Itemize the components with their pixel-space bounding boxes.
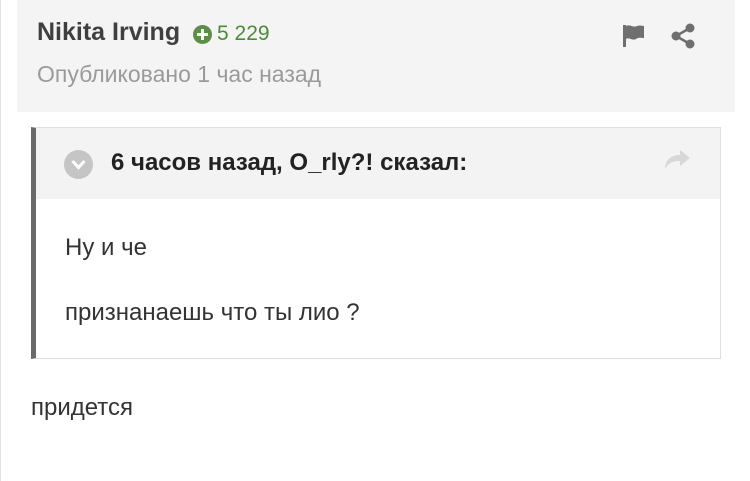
post-date: Опубликовано 1 час назад	[37, 61, 322, 87]
flag-icon[interactable]	[619, 22, 647, 50]
author-name-link[interactable]: Nikita Irving	[37, 18, 180, 47]
share-icon[interactable]	[669, 22, 697, 50]
post: Nikita Irving 5 229 Опубликовано 1 час н…	[0, 0, 750, 481]
quote-citation: 6 часов назад, O_rly?! сказал:	[111, 149, 468, 176]
jump-to-quote-icon[interactable]	[662, 147, 692, 173]
quote-line: признанаешь что ты лио ?	[65, 299, 360, 326]
quote-line: Ну и че	[65, 234, 147, 261]
reputation-badge[interactable]: 5 229	[193, 21, 270, 47]
quote-content: Ну и че признанаешь что ты лио ?	[65, 225, 689, 328]
reputation-count: 5 229	[217, 22, 270, 45]
quote-header: 6 часов назад, O_rly?! сказал:	[36, 128, 720, 199]
chevron-down-icon	[71, 159, 86, 170]
quote-block: 6 часов назад, O_rly?! сказал: Ну и че п…	[31, 127, 721, 359]
plus-circle-icon	[193, 24, 212, 44]
post-content: придется	[31, 394, 134, 421]
post-header: Nikita Irving 5 229 Опубликовано 1 час н…	[17, 0, 735, 112]
quote-collapse-toggle[interactable]	[64, 150, 93, 179]
